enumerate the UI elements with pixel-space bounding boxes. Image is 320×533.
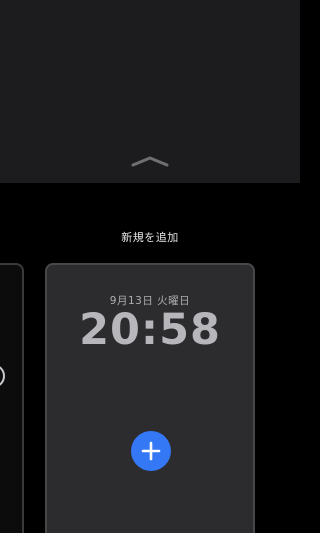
add-new-label: 新規を追加: [121, 231, 179, 244]
current-lock-screen-panel[interactable]: [0, 0, 300, 183]
lock-screen-gallery: 新規を追加 9月13日 火曜日 20:58: [0, 0, 300, 533]
plus-icon: [141, 441, 161, 461]
time-label: 20:58: [79, 305, 221, 355]
new-lock-screen-card[interactable]: 9月13日 火曜日 20:58: [45, 263, 255, 533]
ring-icon: [0, 366, 5, 386]
chevron-up-icon[interactable]: [130, 155, 170, 167]
add-button[interactable]: [131, 431, 171, 471]
previous-lock-screen-card[interactable]: [0, 263, 24, 533]
